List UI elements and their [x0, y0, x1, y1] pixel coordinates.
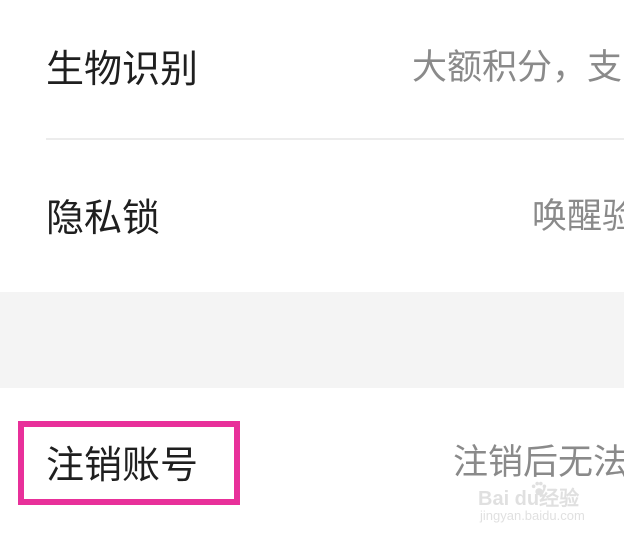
settings-item-biometric[interactable]: 生物识别 大额积分，支 [0, 0, 624, 138]
section-gap [0, 292, 624, 388]
settings-item-cancel-account[interactable]: 注销账号 注销后无法 [0, 388, 624, 544]
settings-item-label: 生物识别 [46, 47, 199, 91]
settings-item-label: 注销账号 [46, 443, 199, 487]
settings-item-privacy-lock[interactable]: 隐私锁 唤醒验 [0, 140, 624, 292]
settings-item-hint: 大额积分，支 [412, 48, 623, 88]
settings-item-label: 隐私锁 [46, 196, 161, 240]
settings-item-hint: 唤醒验 [532, 197, 624, 237]
settings-item-hint: 注销后无法 [453, 443, 624, 483]
